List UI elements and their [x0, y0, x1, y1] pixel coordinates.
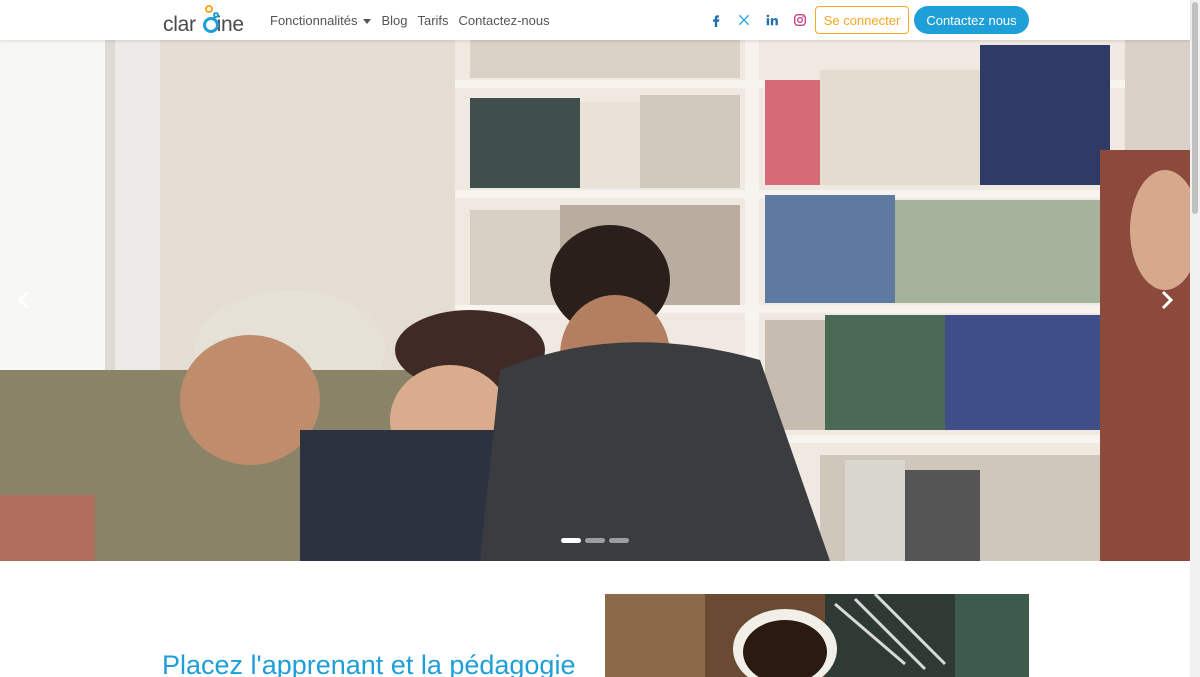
- hero-carousel: [0, 40, 1190, 561]
- carousel-next-button[interactable]: [1154, 288, 1178, 312]
- logo-ring-icon: [203, 17, 219, 33]
- nav-item-label: Fonctionnalités: [270, 12, 358, 28]
- nav-item-tarifs[interactable]: Tarifs: [417, 13, 448, 28]
- carousel-indicator-2[interactable]: [585, 538, 605, 543]
- carousel-indicator-3[interactable]: [609, 538, 629, 543]
- login-button[interactable]: Se connecter: [815, 6, 909, 34]
- nav-item-contactez-nous[interactable]: Contactez-nous: [459, 13, 550, 28]
- nav-item-blog[interactable]: Blog: [381, 13, 407, 28]
- main-nav: Fonctionnalités Blog Tarifs Contactez-no…: [270, 0, 550, 40]
- caret-down-icon: [363, 18, 372, 24]
- nav-item-fonctionnalites[interactable]: Fonctionnalités: [270, 12, 372, 28]
- carousel-prev-button[interactable]: [13, 288, 37, 312]
- claroline-logo[interactable]: clar line: [163, 4, 249, 36]
- contact-button[interactable]: Contactez nous: [914, 6, 1029, 34]
- page-scrollbar[interactable]: [1190, 0, 1200, 677]
- carousel-indicators: [561, 538, 629, 543]
- hero-image: [0, 40, 1190, 561]
- coffee-image: [605, 594, 1029, 677]
- section-headline: Placez l'apprenant et la pédagogie: [162, 650, 576, 677]
- x-twitter-icon[interactable]: [736, 11, 752, 29]
- facebook-icon[interactable]: [708, 11, 724, 29]
- linkedin-icon[interactable]: [764, 11, 780, 29]
- logo-blue-dot-icon: [213, 12, 219, 18]
- social-links: [708, 11, 808, 29]
- carousel-indicator-1[interactable]: [561, 538, 581, 543]
- top-navbar: clar line Fonctionnalités Blog Tarifs Co…: [0, 0, 1190, 40]
- logo-orange-dot-icon: [205, 5, 213, 13]
- instagram-icon[interactable]: [792, 11, 808, 29]
- scrollbar-thumb[interactable]: [1192, 2, 1198, 214]
- chevron-right-icon: [1161, 290, 1174, 310]
- chevron-left-icon: [17, 290, 30, 310]
